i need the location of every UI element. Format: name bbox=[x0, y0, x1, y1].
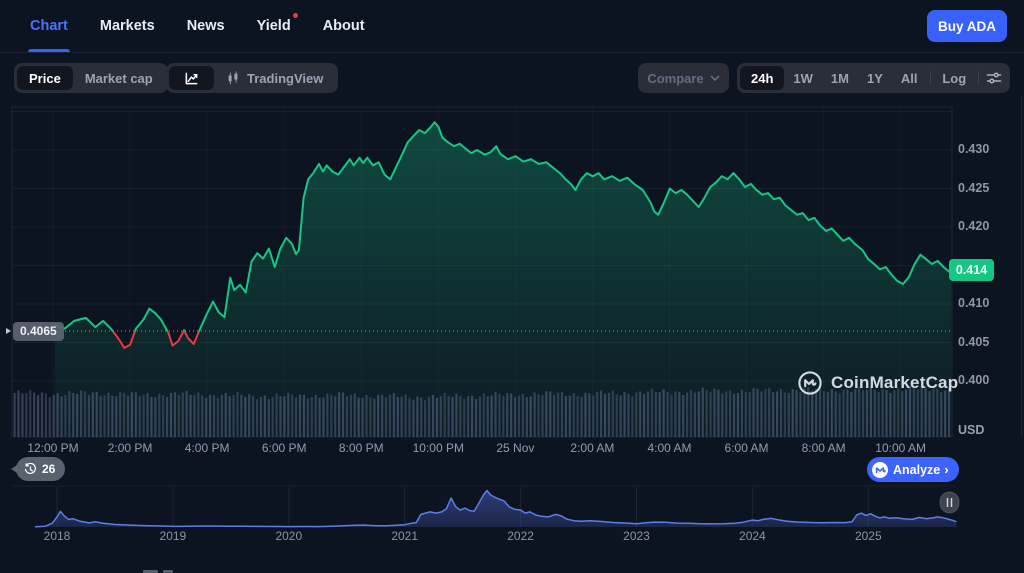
brush-year-label: 2024 bbox=[739, 529, 766, 543]
brush-year-label: 2018 bbox=[44, 529, 71, 543]
x-tick-label: 8:00 PM bbox=[339, 441, 384, 455]
x-tick-label: 10:00 PM bbox=[413, 441, 464, 455]
x-tick-label: 10:00 AM bbox=[875, 441, 926, 455]
chart-overlays: 0.430 0.425 0.420 0.410 0.405 0.400 USD 0.414… bbox=[0, 0, 1024, 573]
y-tick-label: 0.400 bbox=[958, 373, 989, 387]
x-tick-label: 2:00 PM bbox=[108, 441, 153, 455]
y-axis-unit: USD bbox=[958, 423, 984, 437]
x-tick-label: 4:00 AM bbox=[647, 441, 691, 455]
y-tick-label: 0.410 bbox=[958, 296, 989, 310]
x-tick-label: 8:00 AM bbox=[802, 441, 846, 455]
brush-year-label: 2025 bbox=[855, 529, 882, 543]
x-tick-label: 4:00 PM bbox=[185, 441, 230, 455]
x-tick-label: 6:00 PM bbox=[262, 441, 307, 455]
brush-year-label: 2023 bbox=[623, 529, 650, 543]
open-price-badge: 0.4065 bbox=[13, 322, 64, 341]
y-tick-label: 0.405 bbox=[958, 335, 989, 349]
history-clock-icon bbox=[24, 463, 37, 476]
brush-year-label: 2019 bbox=[160, 529, 187, 543]
brush-year-label: 2020 bbox=[275, 529, 302, 543]
analyze-cmc-icon bbox=[872, 462, 888, 478]
x-tick-label: 6:00 AM bbox=[725, 441, 769, 455]
open-price-marker bbox=[6, 328, 11, 334]
coinmarketcap-logo-icon bbox=[797, 370, 823, 396]
watermark: CoinMarketCap bbox=[797, 370, 958, 396]
y-tick-label: 0.420 bbox=[958, 219, 989, 233]
analyze-chevron-icon: › bbox=[944, 462, 948, 477]
x-tick-label: 2:00 AM bbox=[570, 441, 614, 455]
brush-year-label: 2022 bbox=[507, 529, 534, 543]
history-count: 26 bbox=[42, 462, 55, 476]
watermark-label: CoinMarketCap bbox=[831, 373, 958, 393]
analyze-button[interactable]: Analyze › bbox=[867, 457, 959, 482]
y-tick-label: 0.430 bbox=[958, 142, 989, 156]
x-tick-label: 12:00 PM bbox=[27, 441, 78, 455]
last-price-badge: 0.414 bbox=[949, 259, 994, 281]
y-tick-label: 0.425 bbox=[958, 181, 989, 195]
cmc-chart-page: ChartMarketsNewsYieldAbout Buy ADA Price… bbox=[0, 0, 1024, 573]
drawings-history-badge[interactable]: 26 bbox=[16, 457, 65, 481]
brush-year-label: 2021 bbox=[391, 529, 418, 543]
x-tick-label: 25 Nov bbox=[496, 441, 534, 455]
analyze-label: Analyze bbox=[893, 463, 940, 477]
